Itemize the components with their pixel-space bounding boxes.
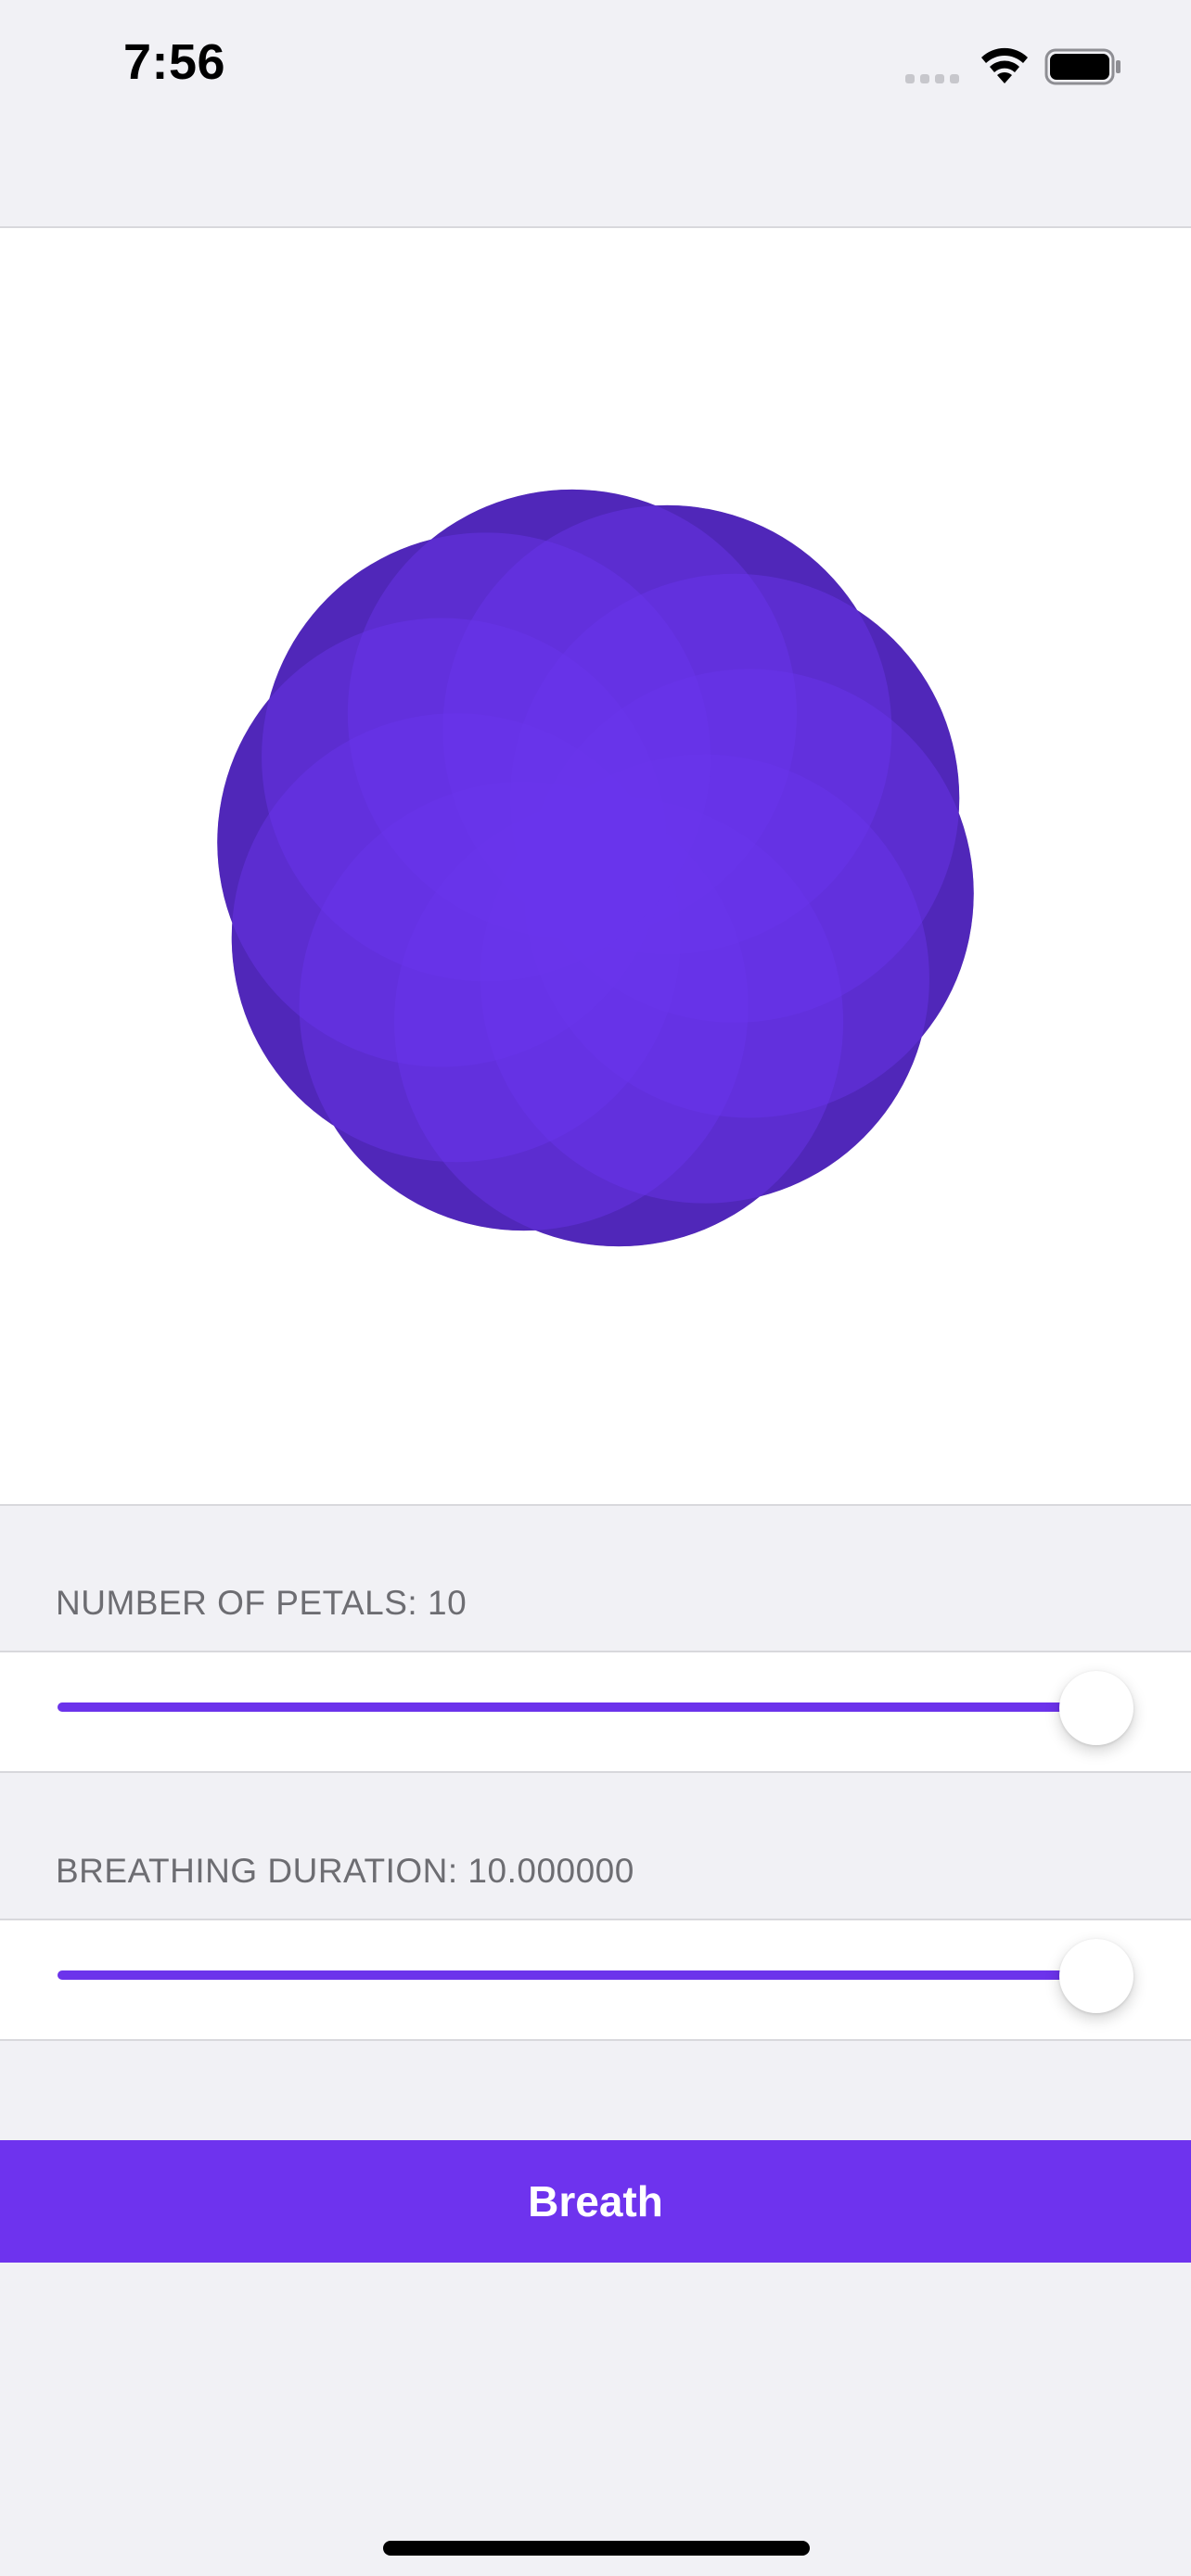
petals-section-header: NUMBER OF PETALS: 10 [56,1584,467,1622]
status-time: 7:56 [123,34,226,90]
duration-slider-fill [58,1970,1096,1980]
home-indicator [383,2541,810,2556]
duration-slider-thumb[interactable] [1059,1939,1133,2013]
petals-slider[interactable] [58,1702,1096,1712]
flower-petals [217,489,974,1247]
status-bar: 7:56 [0,0,1191,139]
petals-slider-fill [58,1702,1096,1712]
cellular-signal-icon [905,74,959,83]
breath-button[interactable]: Breath [0,2140,1191,2263]
wifi-icon [981,47,1028,83]
petals-slider-row [0,1651,1191,1773]
duration-slider[interactable] [58,1970,1096,1980]
duration-section-header: BREATHING DURATION: 10.000000 [56,1852,634,1890]
petals-slider-thumb[interactable] [1059,1671,1133,1745]
flower-graphic [217,489,974,1247]
duration-slider-row [0,1919,1191,2041]
flower-canvas [0,226,1191,1506]
petal [262,532,711,982]
battery-icon [1044,48,1121,85]
